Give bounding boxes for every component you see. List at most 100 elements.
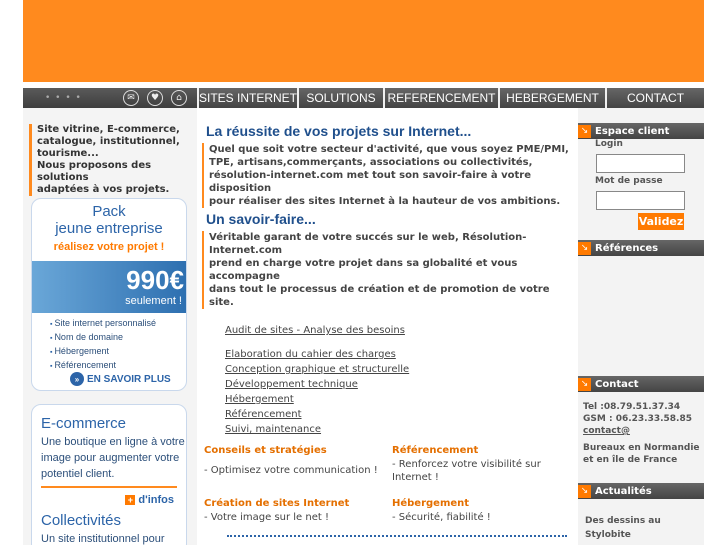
main-heading-2: Un savoir-faire... (206, 211, 316, 227)
contact-title: Contact (595, 378, 639, 390)
collectivites-title: Collectivités (41, 512, 122, 529)
link-developpement[interactable]: Développement technique (225, 377, 409, 392)
main-heading-1: La réussite de vos projets sur Internet.… (206, 123, 472, 139)
pack-title-line: Pack (92, 203, 126, 220)
contact-gsm: GSM : 06.23.33.58.85 (583, 414, 692, 424)
contact-office: Bureaux en Normandie et en île de France (583, 443, 700, 465)
arrow-icon: ↘ (578, 124, 591, 138)
paragraph-line: accompagne (209, 271, 280, 282)
collectivites-text: Un site institutionnel pour (41, 533, 165, 545)
link-hebergement[interactable]: Hébergement (225, 392, 409, 407)
intro-line: Nous proposons des solutions (37, 160, 152, 183)
paragraph-line: Véritable garant de votre succés sur le … (209, 232, 527, 243)
main-content: La réussite de vos projets sur Internet.… (197, 108, 578, 545)
paragraph-line: TPE, artisans,commerçants, associations … (209, 157, 533, 168)
intro-line: adaptées à vos projets. (37, 184, 170, 195)
intro-line: tourisme... (37, 148, 99, 159)
password-input[interactable] (596, 191, 685, 210)
pack-photo: 990€ seulement ! (32, 261, 186, 313)
password-label: Mot de passe (595, 176, 663, 186)
home-icon[interactable]: ⌂ (171, 90, 187, 106)
heart-icon[interactable]: ♥ (147, 90, 163, 106)
nav-referencement[interactable]: REFERENCEMENT (383, 88, 498, 108)
plus-icon: + (125, 495, 136, 505)
link-suivi[interactable]: Suivi, maintenance (225, 422, 409, 437)
ecommerce-text: Une boutique en ligne à votre image pour… (41, 436, 185, 480)
news-header: ↘ Actualités (578, 483, 704, 499)
nav-hebergement[interactable]: HEBERGEMENT (498, 88, 605, 108)
paragraph-line: disposition (209, 183, 272, 194)
decorative-dots: • • • • (45, 93, 82, 103)
pack-title: Pack jeune entreprise (32, 203, 186, 237)
link-cahier-charges[interactable]: Elaboration du cahier des charges (225, 347, 409, 362)
contact-details: Tel :08.79.51.37.34 GSM : 06.23.33.58.85… (583, 401, 703, 466)
paragraph-line: dans tout le processus de création et de… (209, 284, 550, 295)
pack-title-line: jeune entreprise (55, 220, 163, 237)
arrow-icon: ↘ (578, 377, 591, 391)
link-audit[interactable]: Audit de sites - Analyse des besoins (225, 323, 409, 338)
paragraph-line: résolution-internet.com met tout son sav… (209, 170, 532, 181)
dotted-divider (227, 535, 567, 537)
references-header[interactable]: ↘ Références (578, 240, 704, 256)
paragraph-line: prend en charge votre projet dans sa glo… (209, 258, 518, 269)
list-item: Site internet personnalisé (50, 317, 156, 331)
nav-contact[interactable]: CONTACT (605, 88, 704, 108)
pack-promo[interactable]: Pack jeune entreprise réalisez votre pro… (31, 198, 187, 391)
paragraph-line: site. (209, 297, 234, 308)
ecommerce-box: E-commerce Une boutique en ligne à votre… (31, 404, 187, 545)
login-label: Login (595, 139, 623, 149)
right-column: ↘ Espace client Login Mot de passe Valid… (578, 108, 704, 545)
list-item: Référencement (50, 359, 156, 373)
paragraph-line: Internet.com (209, 245, 283, 256)
infos-label: d'infos (138, 494, 174, 506)
ecommerce-title: E-commerce (41, 415, 127, 432)
service-text-conseils: - Optimisez votre communication ! (204, 465, 378, 476)
main-paragraph-1: Quel que soit votre secteur d'activité, … (202, 143, 574, 208)
client-area-header: ↘ Espace client (578, 123, 704, 139)
pack-subtitle: réalisez votre projet ! (53, 241, 165, 253)
nav-solutions[interactable]: SOLUTIONS (297, 88, 383, 108)
paragraph-line: Quel que soit votre secteur d'activité, … (209, 144, 569, 155)
services-link-list: Audit de sites - Analyse des besoins Ela… (225, 323, 409, 437)
service-text-referencement: - Renforcez votre visibilité sur Interne… (392, 459, 541, 483)
pack-price: 990€ (126, 265, 184, 295)
mail-icon[interactable]: ✉ (123, 90, 139, 106)
pack-price-note: seulement ! (125, 295, 182, 307)
paragraph-line: pour réaliser des sites Internet à la ha… (209, 196, 561, 207)
login-submit-button[interactable]: Validez (638, 213, 684, 230)
header-banner (23, 0, 704, 82)
service-title-conseils[interactable]: Conseils et stratégies (204, 445, 327, 456)
pack-more-link[interactable]: » EN SAVOIR PLUS (70, 372, 171, 386)
arrow-icon: ↘ (578, 241, 591, 255)
left-column: Site vitrine, E-commerce, catalogue, ins… (23, 108, 197, 545)
contact-email-link[interactable]: contact@ (583, 425, 703, 437)
contact-header: ↘ Contact (578, 376, 704, 392)
pack-more-label: EN SAVOIR PLUS (87, 373, 171, 385)
main-nav: • • • • ✉ ♥ ⌂ SITES INTERNET SOLUTIONS R… (23, 88, 704, 108)
intro-line: catalogue, institutionnel, (37, 136, 180, 147)
references-title: Références (595, 242, 659, 254)
divider (41, 486, 177, 488)
service-text-creation: - Votre image sur le net ! (204, 512, 329, 523)
chevron-right-icon: » (70, 372, 84, 386)
pack-features: Site internet personnalisé Nom de domain… (50, 317, 156, 373)
nav-sites-internet[interactable]: SITES INTERNET (197, 88, 297, 108)
main-paragraph-2: Véritable garant de votre succés sur le … (202, 231, 574, 309)
ecommerce-infos-link[interactable]: + d'infos (41, 494, 174, 506)
nav-tools: • • • • ✉ ♥ ⌂ (23, 88, 197, 108)
service-title-referencement[interactable]: Référencement (392, 445, 478, 456)
list-item: Hébergement (50, 345, 156, 359)
service-title-creation[interactable]: Création de sites Internet (204, 498, 349, 509)
contact-tel: Tel :08.79.51.37.34 (583, 402, 681, 412)
service-title-hebergement[interactable]: Hébergement (392, 498, 469, 509)
client-area-title: Espace client (595, 125, 670, 137)
intro-text: Site vitrine, E-commerce, catalogue, ins… (29, 124, 193, 196)
link-referencement[interactable]: Référencement (225, 407, 409, 422)
news-item[interactable]: Des dessins au Stylobite (585, 514, 685, 542)
login-input[interactable] (596, 154, 685, 173)
arrow-icon: ↘ (578, 484, 591, 498)
news-title: Actualités (595, 485, 652, 497)
list-item: Nom de domaine (50, 331, 156, 345)
link-conception[interactable]: Conception graphique et structurelle (225, 362, 409, 377)
service-text-hebergement: - Sécurité, fiabilité ! (392, 512, 491, 523)
